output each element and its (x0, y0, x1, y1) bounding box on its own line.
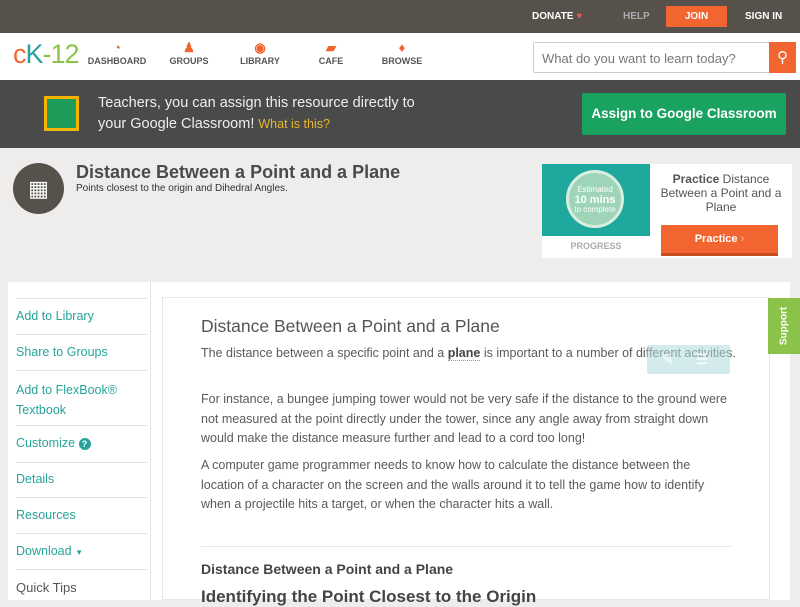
assign-google-classroom-button[interactable]: Assign to Google Classroom (582, 93, 786, 135)
chat-icon: ▰ (326, 40, 336, 55)
subsection-heading: Identifying the Point Closest to the Ori… (201, 587, 537, 606)
details-link[interactable]: Details (16, 472, 147, 486)
search-button[interactable]: ⚲ (769, 42, 796, 73)
progress-image: Estimated 10 mins to complete (542, 164, 650, 236)
ck12-logo[interactable]: cK-12 (13, 39, 80, 70)
calculator-icon: ▦ (13, 163, 64, 214)
bulb-icon: ♦ (398, 40, 406, 55)
google-classroom-banner: Teachers, you can assign this resource d… (0, 80, 800, 148)
what-is-this-link[interactable]: What is this? (258, 117, 330, 131)
practice-button[interactable]: Practice › (661, 225, 778, 256)
add-to-library-link[interactable]: Add to Library (16, 309, 147, 323)
heart-icon: ♥ (576, 11, 583, 22)
nav-dashboard[interactable]: ◔ DASHBOARD (82, 40, 152, 66)
search-icon: ⚲ (777, 49, 788, 66)
notes-icon[interactable]: ☰ (696, 351, 709, 367)
quick-tips-heading: Quick Tips (16, 580, 77, 595)
paragraph: A computer game programmer needs to know… (201, 458, 705, 511)
join-button[interactable]: JOIN (666, 6, 727, 27)
donate-link[interactable]: DONATE ♥ (532, 0, 582, 33)
paragraph: For instance, a bungee jumping tower wou… (201, 392, 728, 445)
sign-in-link[interactable]: SIGN IN (745, 0, 782, 33)
page-subtitle: Points closest to the origin and Dihedra… (76, 183, 288, 194)
support-tab[interactable]: Support (768, 298, 800, 354)
share-to-groups-link[interactable]: Share to Groups (16, 345, 147, 359)
content-card (162, 297, 770, 600)
banner-text-2: your Google Classroom! (98, 116, 255, 132)
caret-down-icon: ▼ (75, 548, 83, 557)
help-icon[interactable]: ? (78, 438, 91, 450)
practice-description: Practice Distance Between a Point and a … (660, 172, 782, 214)
plane-term-link[interactable]: plane (447, 346, 481, 361)
banner-text: Teachers, you can assign this resource d… (98, 95, 415, 111)
gauge-icon: ◔ (113, 40, 121, 55)
customize-link[interactable]: Customize ? (16, 436, 147, 450)
section-heading: Distance Between a Point and a Plane (201, 561, 454, 577)
divider (201, 546, 731, 547)
search-input[interactable]: What do you want to learn today? (533, 42, 770, 73)
nav-browse[interactable]: ♦ BROWSE (367, 40, 437, 66)
pencil-icon[interactable]: ✎ (662, 351, 674, 367)
add-to-flexbook-link[interactable]: Add to FlexBook® Textbook (16, 381, 147, 420)
annotation-toolbar[interactable]: ✎ ☰ (647, 345, 730, 374)
nav-library[interactable]: ◉ LIBRARY (225, 40, 295, 66)
progress-label: PROGRESS (570, 241, 622, 251)
nav-cafe[interactable]: ▰ CAFE (296, 40, 366, 66)
help-link[interactable]: HELP (623, 0, 650, 33)
nav-groups[interactable]: ♟ GROUPS (154, 40, 224, 66)
resources-link[interactable]: Resources (16, 508, 147, 522)
google-classroom-icon (44, 96, 79, 131)
page-title: Distance Between a Point and a Plane (76, 162, 401, 182)
people-icon: ♟ (183, 40, 195, 55)
practice-card: Estimated 10 mins to complete PROGRESS Pra… (542, 164, 792, 258)
content-title: Distance Between a Point and a Plane (201, 316, 500, 336)
download-link[interactable]: Download ▼ (16, 544, 147, 558)
backpack-icon: ◉ (254, 40, 266, 55)
top-bar: DONATE ♥ HELP JOIN SIGN IN (0, 0, 800, 33)
